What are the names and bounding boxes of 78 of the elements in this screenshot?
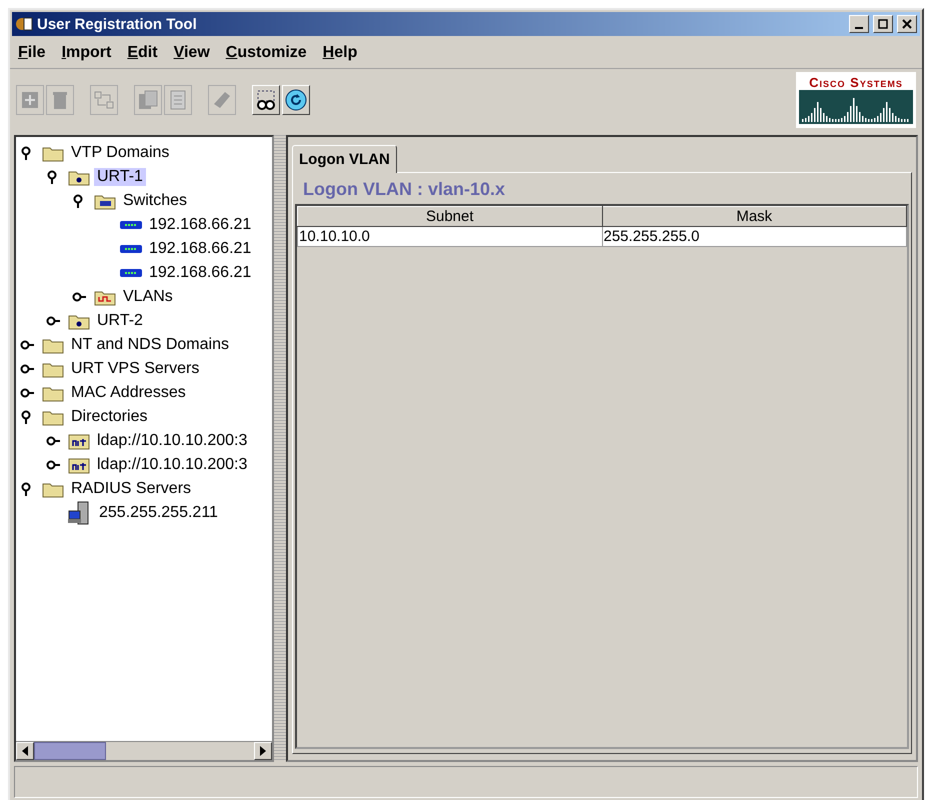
scroll-left-button[interactable] <box>16 742 34 760</box>
tree-item[interactable]: VLANs <box>120 288 176 306</box>
left-arrow-icon <box>22 746 28 756</box>
maximize-button[interactable] <box>873 15 893 33</box>
menu-item[interactable]: Help <box>322 44 358 62</box>
scroll-thumb[interactable] <box>34 742 106 760</box>
table-cell: 10.10.10.0 <box>298 226 602 246</box>
tab[interactable]: Logon VLAN <box>292 145 397 173</box>
scroll-right-button[interactable] <box>254 742 272 760</box>
menu-item[interactable]: Import <box>62 44 112 62</box>
folder-icon <box>42 144 64 162</box>
trash-icon <box>52 90 68 110</box>
tree-item[interactable]: 255.255.255.211 <box>96 504 221 522</box>
tree-item[interactable]: 192.168.66.21 <box>146 240 254 258</box>
tree-item[interactable]: RADIUS Servers <box>68 480 194 498</box>
horizontal-scrollbar[interactable] <box>16 741 272 760</box>
copy-icon <box>138 90 158 110</box>
directory-icon <box>68 456 90 474</box>
menu-item[interactable]: Customize <box>226 44 307 62</box>
expand-handle-icon[interactable] <box>46 315 60 327</box>
document-icon <box>170 90 186 110</box>
collapse-handle-icon[interactable] <box>20 146 32 160</box>
collapse-handle-icon[interactable] <box>72 194 84 208</box>
folder-icon <box>42 336 64 354</box>
menu-item[interactable]: View <box>174 44 210 62</box>
minimize-icon <box>855 27 863 29</box>
folder-icon <box>68 312 90 330</box>
folder-icon <box>94 288 116 306</box>
folder-icon <box>42 408 64 426</box>
tree-item[interactable]: URT VPS Servers <box>68 360 202 378</box>
right-arrow-icon <box>260 746 266 756</box>
folder-icon <box>42 480 64 498</box>
tree-item[interactable]: ldap://10.10.10.200:3 <box>94 456 250 474</box>
switch-icon <box>120 221 142 229</box>
maximize-icon <box>878 19 888 29</box>
refresh-icon <box>285 89 307 111</box>
column-header[interactable]: Mask <box>602 206 906 226</box>
expand-handle-icon[interactable] <box>46 459 60 471</box>
collapse-handle-icon[interactable] <box>20 410 32 424</box>
expand-handle-icon[interactable] <box>46 435 60 447</box>
switch-icon <box>120 269 142 277</box>
tree-item[interactable]: Switches <box>120 192 190 210</box>
folder-icon <box>94 192 116 210</box>
tree-item[interactable]: URT-2 <box>94 312 146 330</box>
expand-handle-icon[interactable] <box>20 339 34 351</box>
column-header[interactable]: Subnet <box>298 206 602 226</box>
folder-icon <box>42 360 64 378</box>
logo-text: Cisco Systems <box>809 75 903 90</box>
tree-item[interactable]: Directories <box>68 408 150 426</box>
folder-icon <box>42 384 64 402</box>
app-icon <box>15 15 33 33</box>
collapse-handle-icon[interactable] <box>46 170 58 184</box>
close-icon <box>902 19 912 29</box>
menu-item[interactable]: Edit <box>127 44 158 62</box>
tree-item[interactable]: MAC Addresses <box>68 384 189 402</box>
tree-item[interactable]: ldap://10.10.10.200:3 <box>94 432 250 450</box>
binoculars-icon <box>255 89 277 111</box>
plus-icon <box>20 90 40 110</box>
arrows-icon <box>94 90 114 110</box>
tree-item[interactable]: URT-1 <box>94 168 146 186</box>
collapse-handle-icon[interactable] <box>20 482 32 496</box>
window-title: User Registration Tool <box>37 16 198 32</box>
panel-heading: Logon VLAN : vlan-10.x <box>302 178 506 201</box>
directory-icon <box>68 432 90 450</box>
menu-item[interactable]: File <box>18 44 46 62</box>
expand-handle-icon[interactable] <box>20 363 34 375</box>
expand-handle-icon[interactable] <box>72 291 86 303</box>
table-cell: 255.255.255.0 <box>602 226 906 246</box>
minimize-button[interactable] <box>849 15 869 33</box>
tree-item[interactable]: VTP Domains <box>68 144 172 162</box>
pen-icon <box>212 90 232 110</box>
tree-item[interactable]: 192.168.66.21 <box>146 264 254 282</box>
expand-handle-icon[interactable] <box>20 387 34 399</box>
folder-icon <box>68 168 90 186</box>
close-button[interactable] <box>897 15 917 33</box>
tree-item[interactable]: NT and NDS Domains <box>68 336 232 354</box>
switch-icon <box>120 245 142 253</box>
tree-item[interactable]: 192.168.66.21 <box>146 216 254 234</box>
